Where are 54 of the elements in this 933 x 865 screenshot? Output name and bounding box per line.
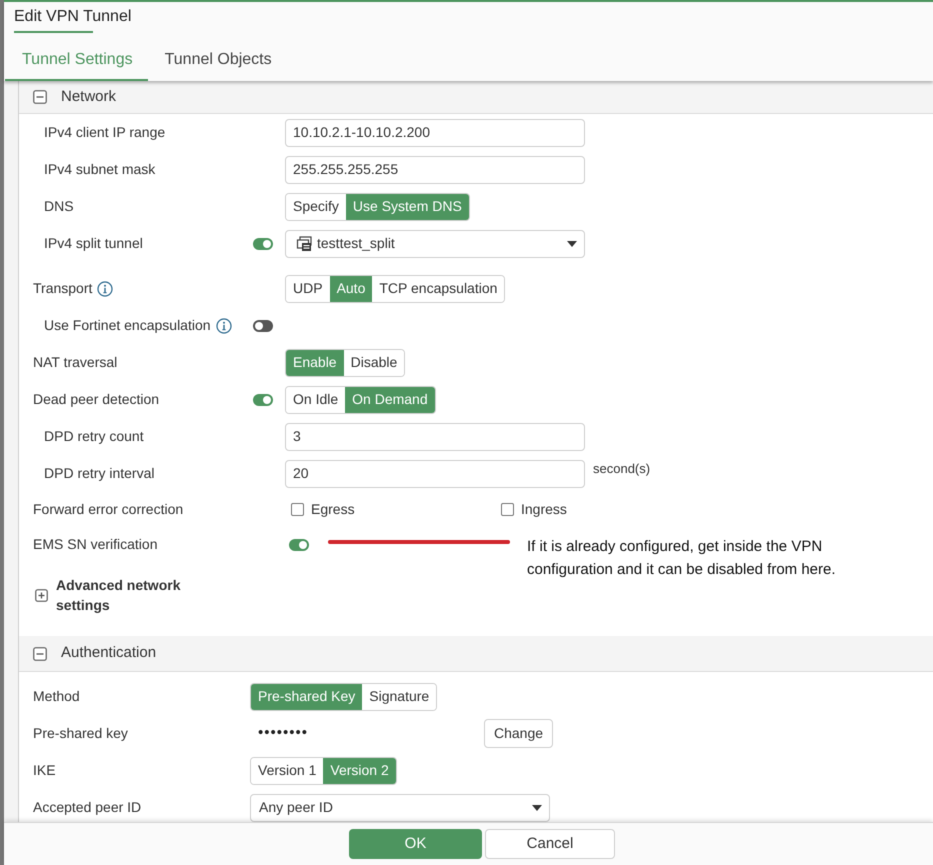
cancel-button[interactable]: Cancel: [485, 829, 615, 859]
field-label: DPD retry count: [44, 427, 144, 446]
field-label: EMS SN verification: [33, 535, 158, 554]
subsection-title: Advanced network settings: [56, 576, 182, 615]
expand-icon[interactable]: [35, 588, 48, 602]
caret-icon: [567, 240, 577, 246]
field-label: Transport: [33, 279, 92, 298]
field-label: Accepted peer ID: [33, 798, 142, 817]
toggle-switch[interactable]: [253, 320, 273, 332]
field-label: DPD retry interval: [44, 464, 154, 483]
checkbox-label: Egress: [311, 500, 355, 519]
field-label: Method: [33, 687, 80, 706]
caret-icon: [532, 804, 542, 810]
toggle-switch[interactable]: [253, 238, 273, 250]
segment-option[interactable]: Use System DNS: [346, 194, 469, 220]
toggle-switch[interactable]: [253, 394, 273, 406]
collapse-icon[interactable]: [33, 646, 47, 660]
segment-option[interactable]: Auto: [330, 276, 372, 302]
tab[interactable]: Tunnel Objects: [148, 40, 287, 81]
password-value: ••••••••: [258, 723, 308, 744]
field-label: IPv4 split tunnel: [44, 234, 143, 253]
change-button[interactable]: Change: [484, 719, 554, 748]
field-label: DNS: [44, 197, 74, 216]
info-icon[interactable]: [97, 280, 114, 296]
unit-label: second(s): [593, 460, 650, 478]
collapse-icon[interactable]: [33, 90, 47, 104]
dropdown-field[interactable]: testtest_split: [285, 230, 585, 258]
field-label: IPv4 client IP range: [44, 123, 166, 142]
field-label: IPv4 subnet mask: [44, 160, 156, 179]
segment-option[interactable]: On Demand: [345, 386, 435, 412]
section-title: Authentication: [61, 643, 156, 664]
text-field[interactable]: 20: [285, 460, 585, 488]
segment-option[interactable]: Enable: [286, 350, 344, 376]
segment-option[interactable]: Version 2: [323, 758, 396, 784]
field-label: IKE: [33, 761, 56, 780]
annotation-text: If it is already configured, get inside the VPN configuration and it can be disabled from here.: [527, 537, 837, 580]
text-field[interactable]: 255.255.255.255: [285, 156, 585, 184]
text-field[interactable]: 10.10.2.1-10.10.2.200: [285, 118, 585, 146]
field-label: Use Fortinet encapsulation: [44, 316, 211, 335]
toggle-switch[interactable]: [289, 538, 309, 550]
field-label: Dead peer detection: [33, 390, 160, 409]
checkbox[interactable]: [501, 503, 514, 516]
field-label: NAT traversal: [33, 353, 118, 372]
text-field[interactable]: 3: [285, 422, 585, 450]
ok-button[interactable]: OK: [349, 829, 482, 859]
checkbox[interactable]: [291, 503, 304, 516]
info-icon[interactable]: [216, 318, 232, 334]
checkbox-label: Ingress: [521, 500, 567, 519]
field-label: Pre-shared key: [33, 724, 128, 743]
section-title: Network: [61, 86, 116, 107]
segment-option[interactable]: Pre-shared Key: [251, 684, 362, 710]
window-title: Edit VPN Tunnel: [14, 7, 132, 27]
field-label: Forward error correction: [33, 500, 184, 519]
dropdown-field[interactable]: Any peer ID: [250, 794, 550, 822]
